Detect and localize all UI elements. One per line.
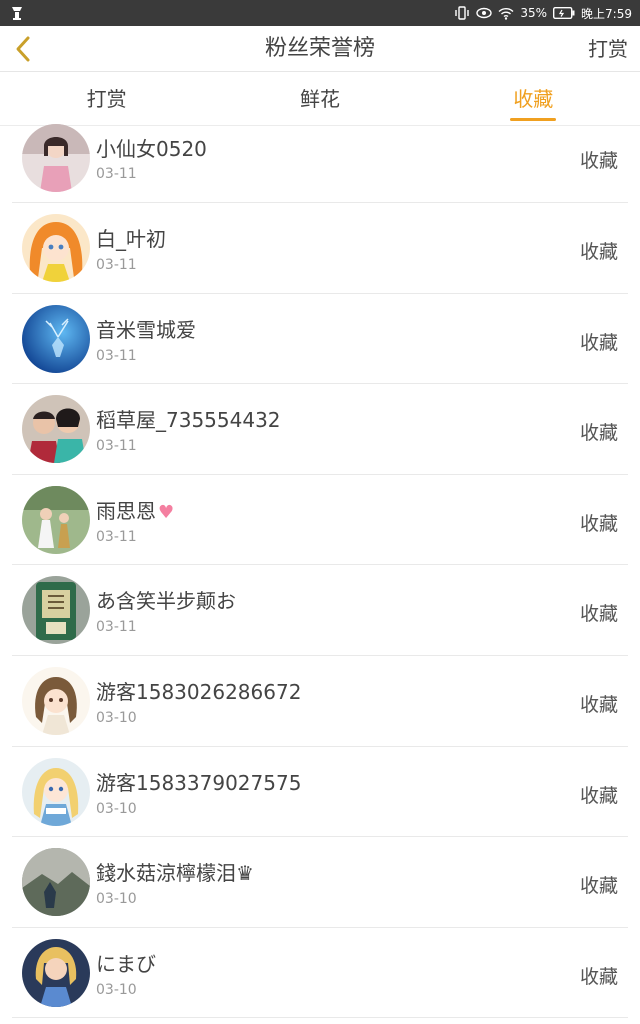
fan-date: 03-11	[96, 528, 137, 545]
list-item[interactable]: あ含笑半步颠お 03-11 收藏	[12, 565, 628, 656]
fan-action: 收藏	[579, 875, 618, 898]
header-bar: 粉丝荣誉榜 打赏	[0, 26, 640, 72]
list-item[interactable]: 白_叶初 03-11 收藏	[12, 203, 628, 294]
fan-name: 錢水菇涼檸檬泪♛	[96, 861, 254, 886]
list-item[interactable]: 雨思恩 ♥ 03-11 收藏	[12, 475, 628, 566]
tab-collect-label: 收藏	[513, 87, 554, 111]
fan-action: 收藏	[579, 422, 618, 445]
tab-reward-label: 打赏	[86, 87, 127, 111]
avatar	[22, 938, 90, 1007]
tab-flowers[interactable]: 鲜花	[213, 72, 426, 125]
fan-name: あ含笑半步颠お	[96, 589, 236, 614]
tab-flowers-label: 鲜花	[299, 87, 340, 111]
fan-date: 03-11	[96, 257, 137, 273]
fan-name: 游客1583379027575	[96, 770, 302, 795]
wifi-icon	[498, 7, 514, 20]
fan-name: 白_叶初	[96, 227, 166, 251]
fan-name: にまび	[96, 951, 156, 976]
fan-date: 03-11	[96, 347, 137, 364]
battery-percent: 35%	[520, 6, 548, 20]
fan-list: 小仙女0520 03-11 收藏 白_叶初 03-11 收藏 音米雪城爱 03-…	[0, 124, 640, 1019]
fan-date: 03-11	[96, 166, 137, 182]
clock: 晚上7:59	[581, 6, 632, 21]
list-item[interactable]: 稻草屋_735554432 03-11 收藏	[12, 384, 628, 475]
fan-action: 收藏	[579, 965, 618, 988]
fan-action: 收藏	[579, 512, 618, 535]
list-item[interactable]: 音米雪城爱 03-11 收藏	[12, 294, 628, 385]
fan-action: 收藏	[579, 784, 618, 807]
list-item[interactable]: 小仙女0520 03-11 收藏	[12, 124, 628, 203]
list-item[interactable]: にまび 03-10 收藏	[12, 928, 628, 1019]
active-tab-indicator	[510, 118, 557, 121]
vibrate-icon	[454, 6, 470, 20]
avatar	[22, 304, 90, 373]
fan-date: 03-10	[96, 981, 137, 998]
heart-icon: ♥	[158, 501, 175, 523]
fan-date: 03-10	[96, 800, 137, 817]
tab-collect[interactable]: 收藏	[427, 72, 640, 125]
fan-name: 雨思恩 ♥	[96, 498, 175, 523]
fan-action: 收藏	[579, 150, 618, 172]
tab-bar: 打赏 鲜花 收藏	[0, 72, 640, 126]
avatar	[22, 757, 90, 826]
fan-date: 03-11	[96, 619, 137, 636]
list-item[interactable]: 游客1583026286672 03-10 收藏	[12, 656, 628, 747]
tab-reward[interactable]: 打赏	[0, 72, 213, 125]
status-bar: 35% 晚上7:59	[0, 0, 640, 26]
fan-action: 收藏	[579, 331, 618, 354]
avatar	[22, 124, 90, 192]
avatar	[22, 848, 90, 917]
list-item[interactable]: 錢水菇涼檸檬泪♛ 03-10 收藏	[12, 837, 628, 928]
fan-name: 稻草屋_735554432	[96, 408, 281, 433]
fan-action: 收藏	[579, 603, 618, 626]
avatar	[22, 666, 90, 735]
list-item[interactable]: 游客1583379027575 03-10 收藏	[12, 747, 628, 838]
fan-action: 收藏	[579, 693, 618, 716]
fan-name: 游客1583026286672	[96, 679, 302, 704]
fan-action: 收藏	[579, 241, 618, 263]
avatar	[22, 214, 90, 282]
page-title: 粉丝荣誉榜	[264, 36, 375, 61]
avatar	[22, 485, 90, 554]
fan-name: 小仙女0520	[96, 137, 207, 161]
fan-date: 03-10	[96, 709, 137, 726]
notification-icon	[10, 5, 24, 21]
fan-date: 03-11	[96, 438, 137, 455]
reward-button[interactable]: 打赏	[588, 26, 628, 72]
avatar	[22, 395, 90, 464]
avatar	[22, 576, 90, 645]
fan-date: 03-10	[96, 891, 137, 908]
fan-name: 音米雪城爱	[96, 317, 196, 342]
eye-comfort-icon	[476, 7, 493, 19]
battery-icon	[553, 7, 575, 19]
